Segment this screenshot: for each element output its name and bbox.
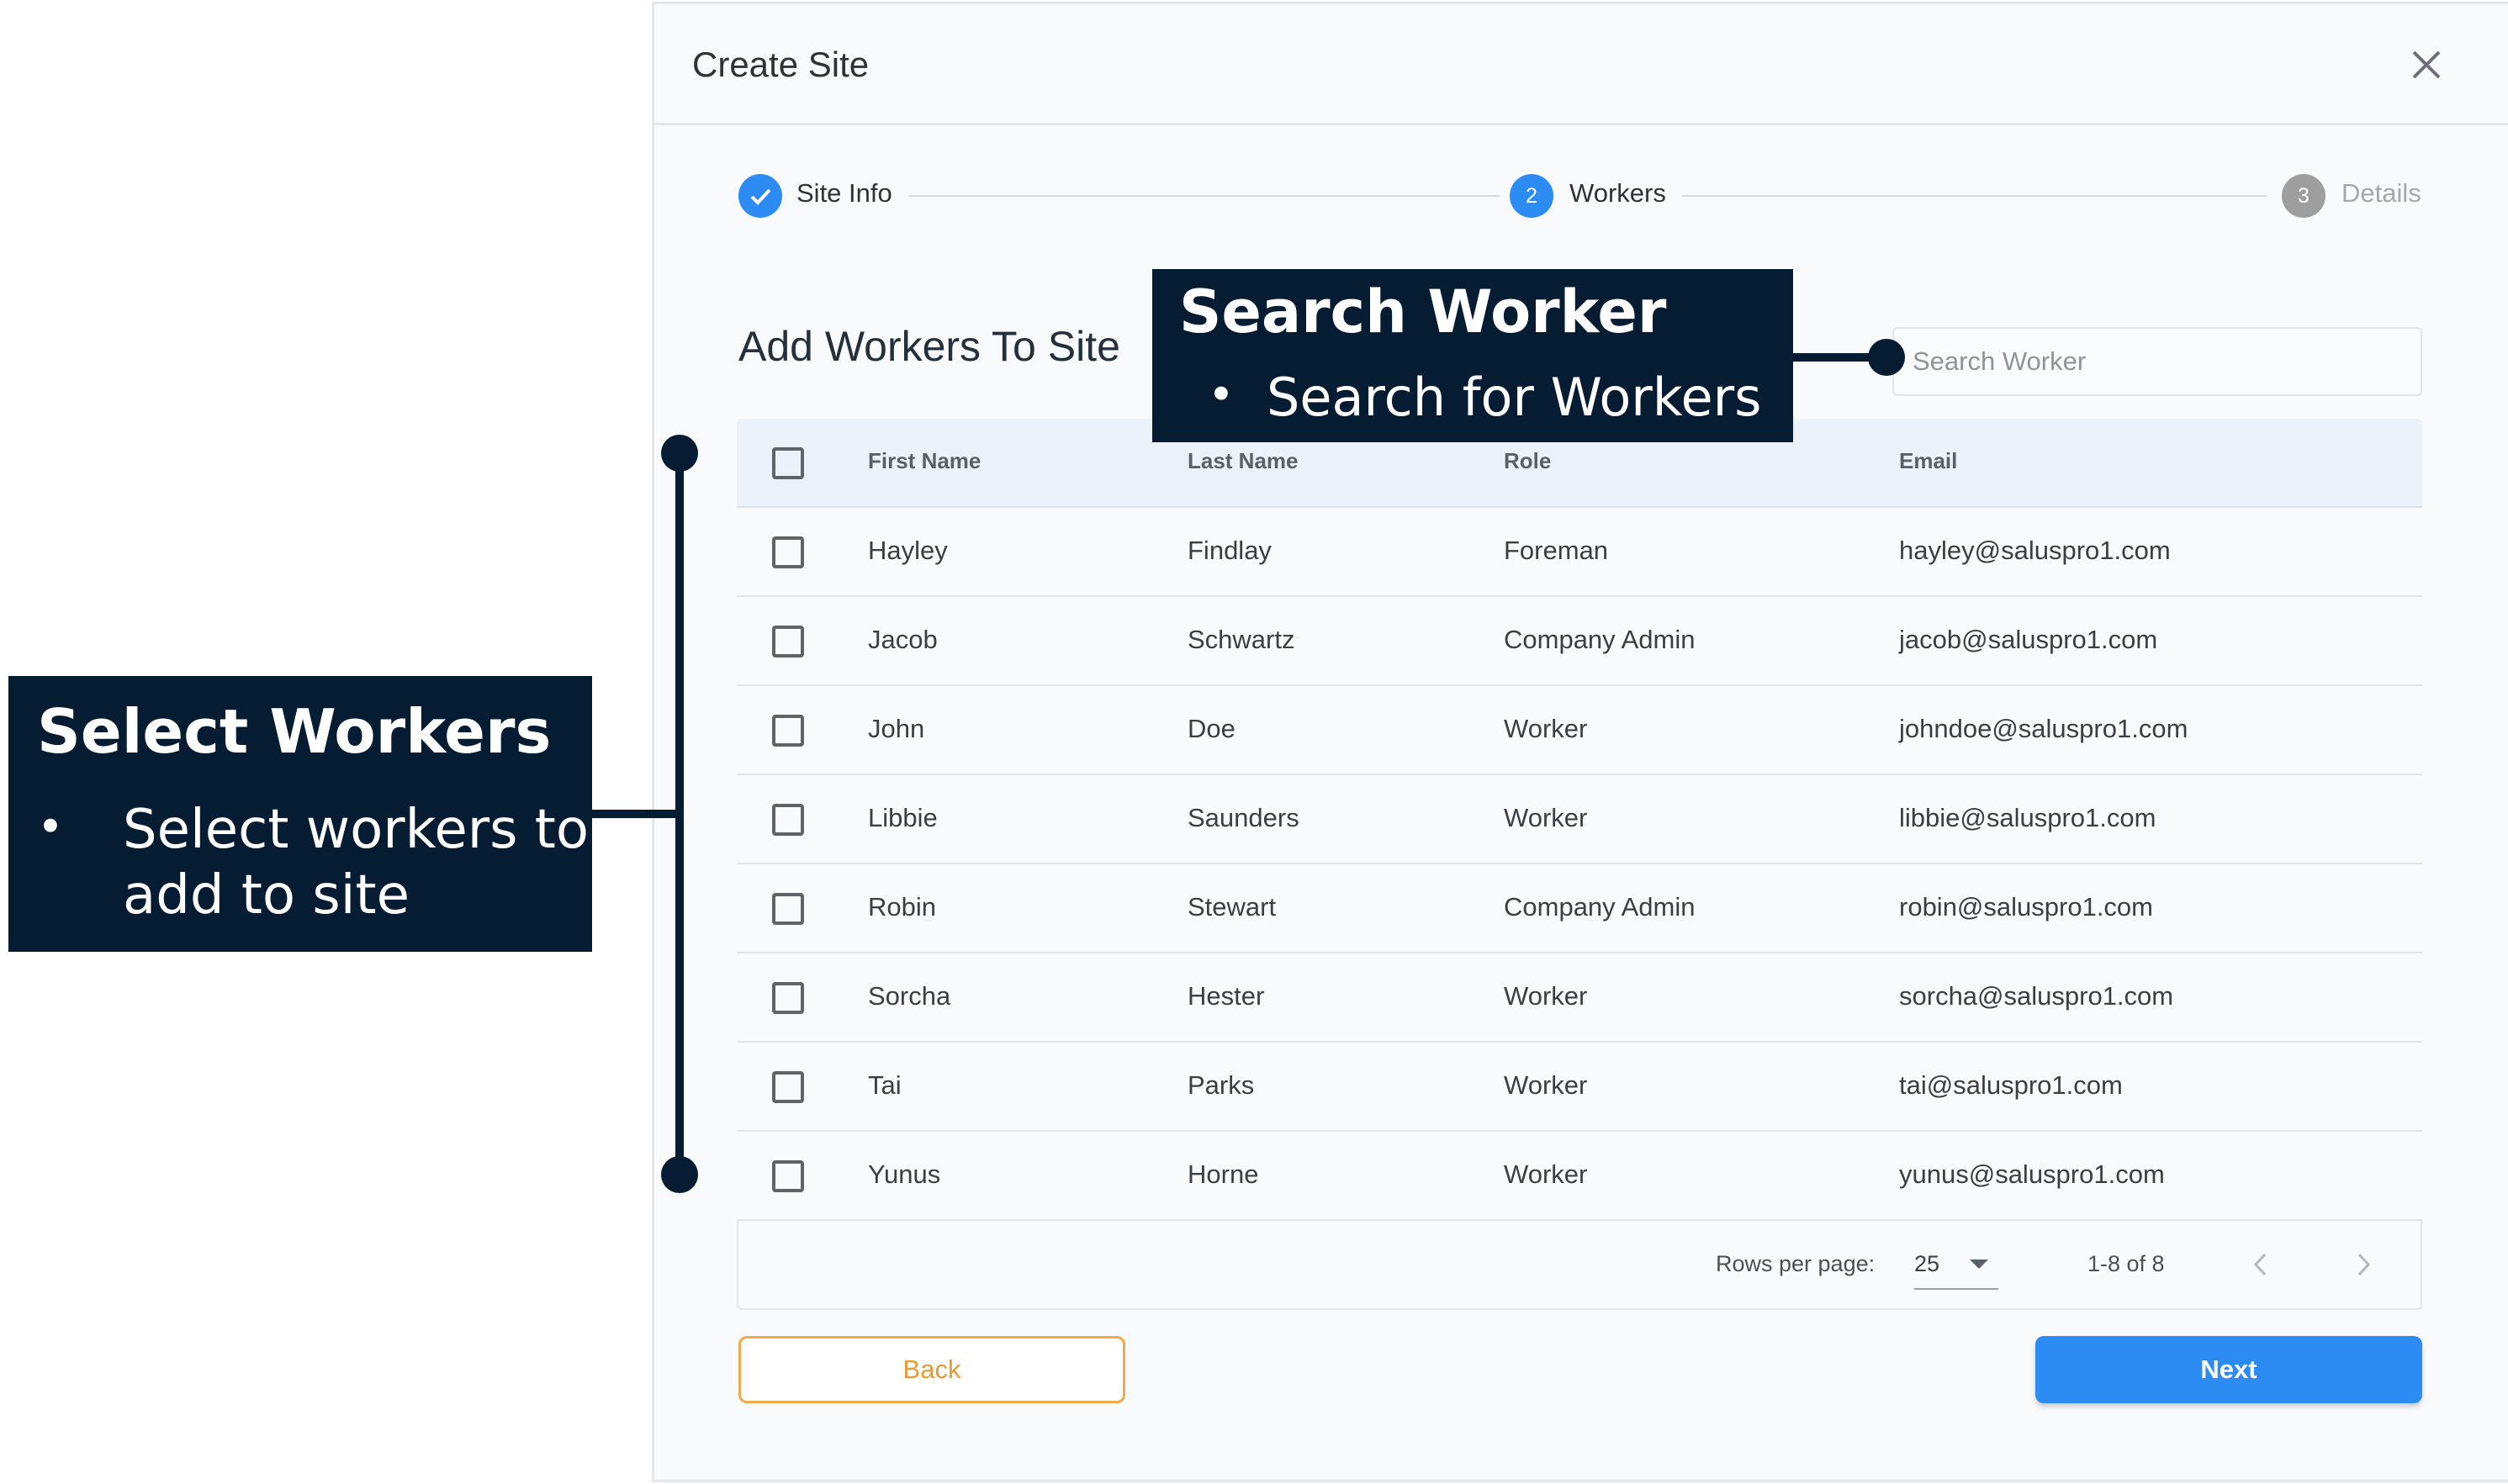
step-site-info-circle[interactable] xyxy=(738,174,782,218)
cell-role: Worker xyxy=(1504,714,1588,743)
cell-role: Company Admin xyxy=(1504,625,1696,654)
row-checkbox[interactable] xyxy=(772,715,804,747)
step-connector xyxy=(1682,195,2267,197)
step-site-info-label[interactable]: Site Info xyxy=(796,178,892,209)
step-workers-label[interactable]: Workers xyxy=(1569,178,1666,209)
search-callout-title: Search Worker xyxy=(1179,277,1667,346)
rows-per-page-label: Rows per page: xyxy=(1716,1251,1876,1276)
row-checkbox[interactable] xyxy=(772,1160,804,1192)
select-callout-bullet-line1: Select workers to xyxy=(123,799,589,861)
select-callout-bracket xyxy=(675,453,684,1175)
cell-first-name: Sorcha xyxy=(868,981,951,1011)
column-header-last-name[interactable]: Last Name xyxy=(1188,448,1299,474)
row-checkbox[interactable] xyxy=(772,893,804,925)
search-callout-bullet: Search for Workers xyxy=(1267,367,1762,428)
table-row[interactable]: John Doe Worker johndoe@saluspro1.com xyxy=(737,686,2422,775)
search-input[interactable] xyxy=(1913,329,2409,394)
cell-email: tai@saluspro1.com xyxy=(1899,1070,2123,1100)
cell-last-name: Stewart xyxy=(1188,892,1277,922)
cell-last-name: Doe xyxy=(1188,714,1235,743)
cell-role: Foreman xyxy=(1504,536,1609,565)
cell-last-name: Saunders xyxy=(1188,803,1299,832)
close-button[interactable] xyxy=(2405,44,2447,86)
select-callout-bullet-line2: add to site xyxy=(123,864,410,927)
select-all-checkbox[interactable] xyxy=(772,447,804,479)
row-checkbox[interactable] xyxy=(772,982,804,1014)
table-row[interactable]: Robin Stewart Company Admin robin@salusp… xyxy=(737,864,2422,953)
row-checkbox[interactable] xyxy=(772,626,804,658)
bullet-icon: • xyxy=(37,800,64,853)
section-title: Add Workers To Site xyxy=(738,323,1120,370)
back-button[interactable]: Back xyxy=(738,1336,1125,1403)
cell-role: Worker xyxy=(1504,803,1588,832)
bullet-icon: • xyxy=(1208,368,1235,421)
column-header-first-name[interactable]: First Name xyxy=(868,448,981,474)
step-details-circle[interactable]: 3 xyxy=(2282,174,2325,218)
table-row[interactable]: Yunus Horne Worker yunus@saluspro1.com xyxy=(737,1132,2422,1221)
cell-last-name: Schwartz xyxy=(1188,625,1295,654)
select-callout-dot-top xyxy=(661,435,698,472)
search-callout-dot xyxy=(1868,339,1905,376)
cell-last-name: Findlay xyxy=(1188,536,1272,565)
select-callout-dot-bottom xyxy=(661,1156,698,1193)
next-page-button[interactable] xyxy=(2347,1246,2380,1283)
row-checkbox[interactable] xyxy=(772,804,804,836)
step-connector xyxy=(908,195,1500,197)
cell-role: Worker xyxy=(1504,981,1588,1011)
chevron-right-icon xyxy=(2357,1253,2371,1276)
create-site-dialog: Create Site Site Info 2 Workers 3 Detail… xyxy=(652,2,2508,1482)
pagination-range: 1-8 of 8 xyxy=(2087,1251,2165,1276)
cell-first-name: Robin xyxy=(868,892,936,922)
cell-first-name: Hayley xyxy=(868,536,948,565)
cell-first-name: John xyxy=(868,714,925,743)
workers-table: First Name Last Name Role Email Hayley F… xyxy=(737,419,2422,1310)
row-checkbox[interactable] xyxy=(772,1071,804,1103)
cell-last-name: Parks xyxy=(1188,1070,1255,1100)
table-row[interactable]: Libbie Saunders Worker libbie@saluspro1.… xyxy=(737,775,2422,864)
dialog-header: Create Site xyxy=(654,4,2508,125)
cell-last-name: Horne xyxy=(1188,1159,1259,1189)
check-icon xyxy=(750,188,771,205)
table-pagination: Rows per page: 25 1-8 of 8 xyxy=(737,1221,2422,1310)
cell-role: Company Admin xyxy=(1504,892,1696,922)
cell-last-name: Hester xyxy=(1188,981,1265,1011)
cell-email: johndoe@saluspro1.com xyxy=(1899,714,2188,743)
cell-role: Worker xyxy=(1504,1159,1588,1189)
cell-email: jacob@saluspro1.com xyxy=(1899,625,2158,654)
cell-email: hayley@saluspro1.com xyxy=(1899,536,2171,565)
cell-email: sorcha@saluspro1.com xyxy=(1899,981,2174,1011)
select-callout-title: Select Workers xyxy=(37,696,552,767)
step-workers-circle[interactable]: 2 xyxy=(1510,174,1553,218)
search-worker-callout: Search Worker • Search for Workers xyxy=(1152,269,1793,442)
dialog-title: Create Site xyxy=(692,45,870,84)
cell-email: yunus@saluspro1.com xyxy=(1899,1159,2165,1189)
rows-per-page-select[interactable]: 25 xyxy=(1914,1239,1998,1290)
table-row[interactable]: Sorcha Hester Worker sorcha@saluspro1.co… xyxy=(737,953,2422,1043)
cell-first-name: Tai xyxy=(868,1070,902,1100)
cell-first-name: Jacob xyxy=(868,625,938,654)
select-callout-connector xyxy=(592,810,683,818)
table-row[interactable]: Jacob Schwartz Company Admin jacob@salus… xyxy=(737,597,2422,686)
search-field[interactable] xyxy=(1892,327,2422,396)
row-checkbox[interactable] xyxy=(772,536,804,568)
cell-first-name: Yunus xyxy=(868,1159,941,1189)
column-header-email[interactable]: Email xyxy=(1899,448,1957,474)
caret-down-icon xyxy=(1970,1260,1988,1269)
next-button[interactable]: Next xyxy=(2035,1336,2422,1403)
stepper: Site Info 2 Workers 3 Details xyxy=(654,164,2508,223)
select-workers-callout: Select Workers • Select workers to add t… xyxy=(8,676,592,952)
previous-page-button[interactable] xyxy=(2244,1246,2278,1283)
chevron-left-icon xyxy=(2253,1253,2267,1276)
table-row[interactable]: Hayley Findlay Foreman hayley@saluspro1.… xyxy=(737,508,2422,597)
cell-first-name: Libbie xyxy=(868,803,938,832)
column-header-role[interactable]: Role xyxy=(1504,448,1551,474)
close-icon xyxy=(2412,50,2441,79)
cell-role: Worker xyxy=(1504,1070,1588,1100)
rows-per-page-value: 25 xyxy=(1914,1251,1940,1276)
table-row[interactable]: Tai Parks Worker tai@saluspro1.com xyxy=(737,1043,2422,1132)
step-details-label[interactable]: Details xyxy=(2341,178,2421,209)
cell-email: robin@saluspro1.com xyxy=(1899,892,2153,922)
cell-email: libbie@saluspro1.com xyxy=(1899,803,2156,832)
